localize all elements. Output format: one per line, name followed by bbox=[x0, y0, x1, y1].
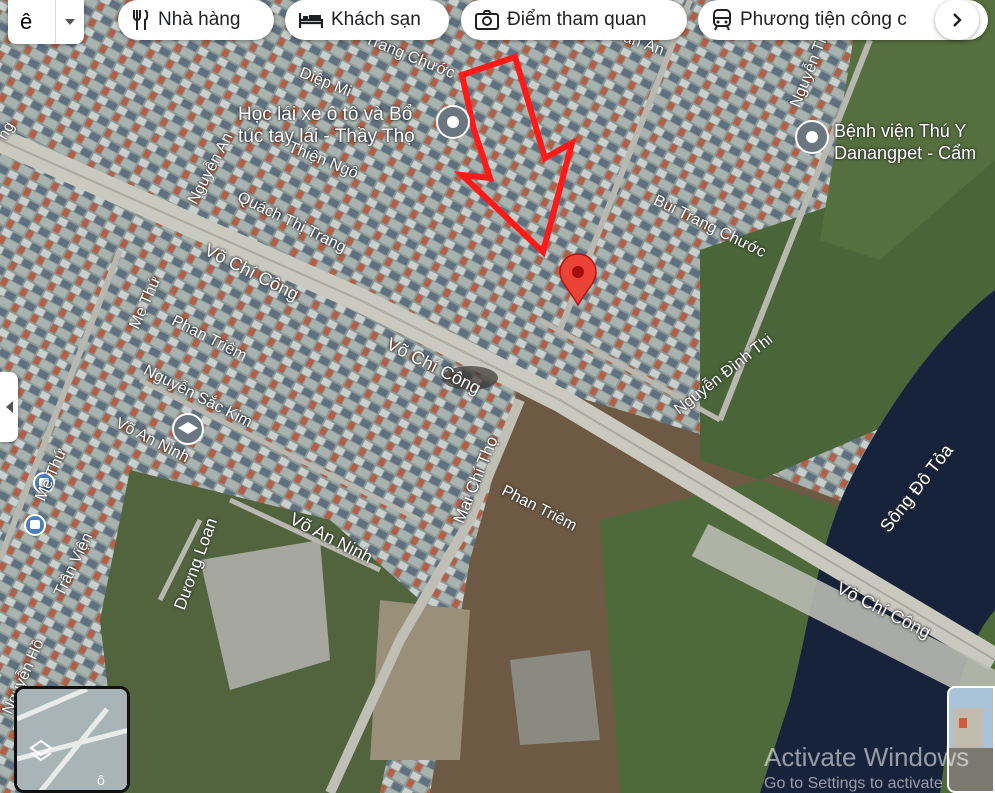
chip-restaurants[interactable]: Nhà hàng bbox=[118, 0, 274, 40]
fork-knife-icon bbox=[133, 10, 149, 30]
vet-hospital-label[interactable]: Bệnh viện Thú Y Danangpet - Cẩm bbox=[834, 120, 976, 164]
watermark-line1: Activate Windows bbox=[764, 742, 970, 772]
chip-label: Phương tiện công c bbox=[740, 9, 907, 30]
driving-school-label[interactable]: Học lái xe ô tô và Bổ túc tay lái - Thầy… bbox=[238, 104, 415, 148]
chevron-right-icon bbox=[953, 13, 962, 27]
chip-label: Điểm tham quan bbox=[507, 9, 647, 30]
school-marker-icon bbox=[172, 413, 204, 445]
side-panel-toggle[interactable] bbox=[0, 372, 18, 442]
bed-icon bbox=[299, 13, 323, 28]
caret-down-icon bbox=[65, 19, 76, 25]
chip-attractions[interactable]: Điểm tham quan bbox=[461, 0, 687, 40]
search-dropdown[interactable] bbox=[55, 0, 84, 44]
driving-school-marker-icon bbox=[436, 105, 470, 139]
layers-icon bbox=[29, 739, 53, 762]
vet-hospital-marker-icon bbox=[795, 120, 829, 154]
layers-button[interactable]: ô bbox=[14, 686, 130, 793]
windows-activation-watermark: Activate Windows Go to Settings to activ… bbox=[764, 742, 969, 793]
watermark-line2: Go to Settings to activate bbox=[764, 775, 943, 792]
search-text[interactable]: ê bbox=[8, 9, 55, 35]
caret-left-icon bbox=[5, 401, 13, 413]
satellite-map[interactable] bbox=[0, 0, 995, 793]
chip-label: Nhà hàng bbox=[158, 9, 241, 30]
bus-stop-icon bbox=[24, 514, 46, 536]
train-icon bbox=[713, 9, 731, 31]
chips-next-button[interactable] bbox=[935, 0, 979, 40]
search-box[interactable]: ê bbox=[8, 0, 84, 44]
camera-icon bbox=[475, 10, 499, 30]
layers-label: ô bbox=[97, 772, 105, 788]
chip-label: Khách sạn bbox=[331, 9, 421, 30]
chip-hotels[interactable]: Khách sạn bbox=[285, 0, 449, 40]
